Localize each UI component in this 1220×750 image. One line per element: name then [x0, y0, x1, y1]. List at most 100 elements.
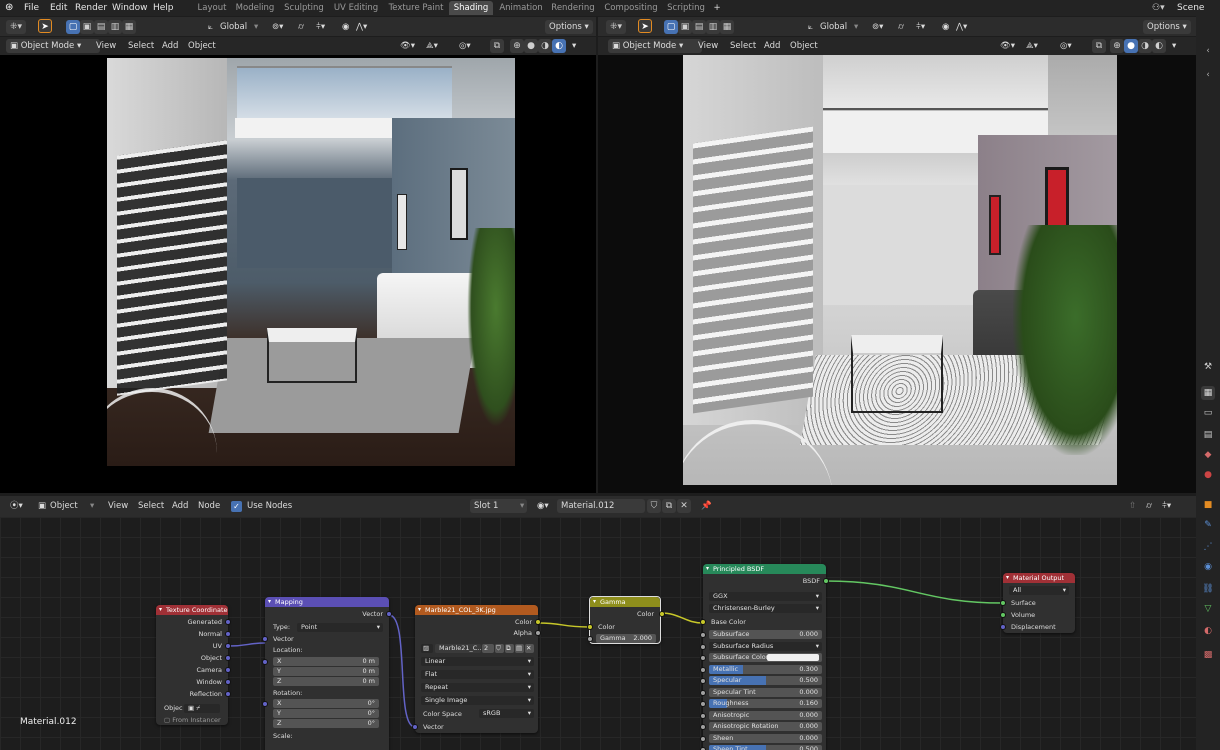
material-preview-icon[interactable]: ◑: [538, 39, 552, 53]
menu-select[interactable]: Select: [124, 39, 158, 53]
socket-input[interactable]: [700, 619, 706, 625]
image-name-field[interactable]: Marble21_C...: [435, 644, 483, 653]
material-name-field[interactable]: Material.012: [557, 499, 645, 513]
constraints-icon[interactable]: ⛓: [1201, 582, 1215, 596]
add-workspace-button[interactable]: +: [711, 1, 723, 15]
socket-output[interactable]: [386, 611, 392, 617]
bsdf-param-field[interactable]: Anisotropic Rotation 0.000: [709, 722, 822, 731]
target-dropdown[interactable]: All ▾: [1009, 586, 1069, 595]
menu-view[interactable]: View: [694, 39, 722, 53]
output-properties-icon[interactable]: ▭: [1201, 406, 1215, 420]
scene-name[interactable]: Scene: [1177, 1, 1204, 15]
select-box-extend-icon[interactable]: ▣: [80, 20, 94, 34]
expand-arrow-icon[interactable]: ‹: [1201, 44, 1215, 58]
menu-render[interactable]: Render: [75, 1, 107, 15]
scene-properties-icon[interactable]: ◆: [1201, 448, 1215, 462]
select-box-intersect-icon[interactable]: ▦: [720, 20, 734, 34]
socket-input[interactable]: [1000, 612, 1006, 618]
duplicate-image-icon[interactable]: ⧉: [505, 644, 514, 653]
transform-pivot-icon[interactable]: ⁜▾: [6, 20, 26, 34]
menu-help[interactable]: Help: [153, 1, 174, 15]
select-box-extend-icon[interactable]: ▣: [678, 20, 692, 34]
interpolation-dropdown[interactable]: Linear ▾: [421, 657, 534, 666]
node-principled-bsdf[interactable]: Principled BSDF BSDF GGX ▾ Christensen-Bu…: [700, 564, 829, 750]
snap-icon[interactable]: ⌭: [294, 20, 308, 34]
falloff-icon[interactable]: ⋀▾: [952, 20, 971, 34]
node-mapping[interactable]: Mapping Vector Type: Point ▾ Vector Locat…: [262, 597, 392, 750]
menu-add[interactable]: Add: [760, 39, 784, 53]
menu-view[interactable]: View: [104, 499, 132, 513]
transform-pivot-icon[interactable]: ⁜▾: [606, 20, 626, 34]
menu-object[interactable]: Object: [786, 39, 822, 53]
color-space-dropdown[interactable]: sRGB ▾: [479, 709, 534, 718]
socket-output[interactable]: [225, 667, 231, 673]
mode-dropdown[interactable]: ▣ Object Mode ▾: [6, 39, 100, 53]
particles-icon[interactable]: ⋰: [1201, 540, 1215, 554]
tab-compositing[interactable]: Compositing: [602, 1, 660, 15]
node-gamma[interactable]: Gamma Color Color Gamma 2.000: [587, 596, 665, 644]
object-properties-icon[interactable]: ■: [1201, 498, 1215, 512]
socket-input[interactable]: [1000, 624, 1006, 630]
options-dropdown[interactable]: Options ▾: [545, 20, 593, 34]
socket-output[interactable]: [823, 578, 829, 584]
socket-input[interactable]: [700, 724, 706, 730]
editor-type-icon[interactable]: ⦿▾: [6, 499, 27, 513]
use-nodes-checkbox[interactable]: ✓: [231, 501, 242, 512]
menu-node[interactable]: Node: [194, 499, 224, 513]
bsdf-param-field[interactable]: Roughness 0.160: [709, 699, 822, 708]
pin-icon[interactable]: 📌: [697, 499, 716, 513]
visibility-icon[interactable]: 👁▾: [996, 39, 1019, 53]
snap-icon[interactable]: ⌭: [1142, 499, 1156, 513]
node-texture-coordinate[interactable]: Texture Coordinate Generated Normal UV O…: [156, 605, 231, 725]
bsdf-param-field[interactable]: Subsurface Color: [709, 653, 822, 662]
socket-input[interactable]: [700, 666, 706, 673]
source-dropdown[interactable]: Single Image ▾: [421, 696, 534, 705]
menu-window[interactable]: Window: [112, 1, 148, 15]
tab-layout[interactable]: Layout: [192, 1, 232, 15]
fake-user-icon[interactable]: ⛉: [495, 644, 504, 653]
parent-node-tree-icon[interactable]: ⇧: [1125, 499, 1140, 513]
menu-select[interactable]: Select: [726, 39, 760, 53]
wireframe-shading-icon[interactable]: ⊕: [1110, 39, 1124, 53]
menu-add[interactable]: Add: [168, 499, 192, 513]
tool-properties-icon[interactable]: ⚒: [1201, 360, 1215, 374]
xray-icon[interactable]: ⧉: [490, 39, 504, 53]
projection-dropdown[interactable]: Flat ▾: [421, 670, 534, 679]
texture-properties-icon[interactable]: ▩: [1201, 648, 1215, 662]
image-browse-icon[interactable]: ▨: [421, 644, 433, 653]
tab-animation[interactable]: Animation: [496, 1, 546, 15]
solid-shading-icon[interactable]: ●: [1124, 39, 1138, 53]
pivot-point-icon[interactable]: ⊚▾: [868, 20, 887, 34]
location-y-field[interactable]: Y 0 m: [273, 667, 379, 676]
shading-options-icon[interactable]: ▾: [1168, 39, 1180, 53]
modifier-properties-icon[interactable]: ✎: [1201, 518, 1215, 532]
select-box-subtract-icon[interactable]: ▤: [692, 20, 706, 34]
select-box-subtract-icon[interactable]: ▤: [94, 20, 108, 34]
fake-user-shield-icon[interactable]: ⛉: [647, 499, 661, 513]
socket-input[interactable]: [700, 632, 706, 638]
bsdf-param-field[interactable]: Subsurface Radius ▾: [709, 641, 822, 651]
wireframe-shading-icon[interactable]: ⊕: [510, 39, 524, 53]
duplicate-material-icon[interactable]: ⧉: [662, 499, 676, 513]
socket-output[interactable]: [225, 631, 231, 637]
socket-output[interactable]: [535, 619, 541, 625]
overlay-icon[interactable]: ◎▾: [1056, 39, 1076, 53]
from-instancer-label[interactable]: ▢ From Instancer: [164, 715, 221, 725]
unlink-material-icon[interactable]: ✕: [677, 499, 691, 513]
socket-input[interactable]: [1000, 600, 1006, 606]
socket-output[interactable]: [225, 679, 231, 685]
options-dropdown[interactable]: Options ▾: [1143, 20, 1191, 34]
tab-rendering[interactable]: Rendering: [549, 1, 597, 15]
image-users-count[interactable]: 2: [482, 644, 494, 653]
rendered-shading-icon[interactable]: ◐: [552, 39, 566, 53]
tab-modeling[interactable]: Modeling: [233, 1, 277, 15]
rendered-shading-icon[interactable]: ◐: [1152, 39, 1166, 53]
subsurface-method-dropdown[interactable]: Christensen-Burley ▾: [709, 604, 822, 613]
select-box-new-icon[interactable]: ▢: [664, 20, 678, 34]
tab-scripting[interactable]: Scripting: [664, 1, 708, 15]
xray-icon[interactable]: ⧉: [1092, 39, 1106, 53]
scene-icon[interactable]: ⚇▾: [1152, 1, 1165, 15]
color-swatch[interactable]: [767, 654, 819, 661]
extension-dropdown[interactable]: Repeat ▾: [421, 683, 534, 692]
material-browse-icon[interactable]: ◉▾: [533, 499, 553, 513]
